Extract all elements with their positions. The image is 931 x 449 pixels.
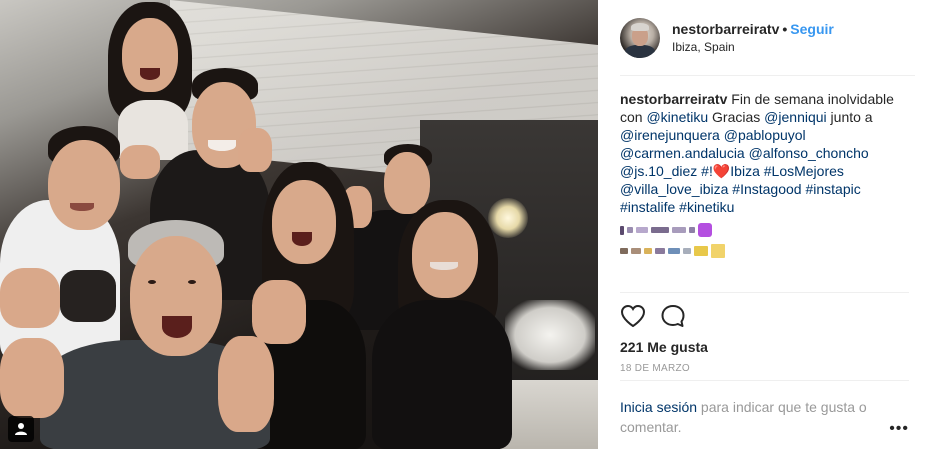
more-options-icon[interactable]: ••• bbox=[889, 419, 909, 439]
pixelated-emoji-row bbox=[620, 223, 909, 237]
avatar[interactable] bbox=[620, 17, 660, 58]
login-link[interactable]: Inicia sesión bbox=[620, 399, 697, 415]
pixelated-emoji-row bbox=[620, 244, 909, 258]
mention-link[interactable]: @villa_love_ibiza bbox=[620, 181, 728, 197]
heart-emoji-icon: ❤️ bbox=[712, 163, 731, 179]
post-actions: 221 Me gusta 18 DE MARZO bbox=[620, 292, 909, 374]
mention-link[interactable]: @irenejunquera bbox=[620, 127, 720, 143]
location-link[interactable]: Ibiza, Spain bbox=[672, 38, 834, 56]
post-sidebar: nestorbarreiratv • Seguir Ibiza, Spain nes… bbox=[598, 0, 931, 449]
post-photo[interactable] bbox=[0, 0, 598, 449]
instagram-post: nestorbarreiratv • Seguir Ibiza, Spain nes… bbox=[0, 0, 931, 449]
comment-bubble-icon[interactable] bbox=[660, 304, 686, 333]
photo-counter bbox=[500, 380, 598, 449]
heart-outline-icon[interactable] bbox=[620, 304, 646, 333]
user-line: nestorbarreiratv • Seguir bbox=[672, 20, 834, 38]
post-header: nestorbarreiratv • Seguir Ibiza, Spain bbox=[620, 0, 915, 76]
hashtag-link[interactable]: #kinetiku bbox=[679, 199, 734, 215]
mention-link[interactable]: @alfonso_choncho bbox=[749, 145, 869, 161]
hashtag-link[interactable]: #instalife bbox=[620, 199, 675, 215]
caption-text: junto a bbox=[826, 109, 873, 125]
mention-link[interactable]: @kinetiku bbox=[646, 109, 708, 125]
hashtag-link[interactable]: #Instagood bbox=[732, 181, 801, 197]
login-prompt: Inicia sesión para indicar que te gusta … bbox=[620, 380, 909, 437]
likes-count[interactable]: 221 Me gusta bbox=[620, 339, 909, 355]
follow-button[interactable]: Seguir bbox=[790, 21, 834, 37]
username-link[interactable]: nestorbarreiratv bbox=[672, 21, 779, 37]
action-icons bbox=[620, 303, 909, 333]
photo-lamp bbox=[488, 198, 528, 238]
mention-link[interactable]: @jenniqui bbox=[764, 109, 826, 125]
mention-link[interactable]: @carmen.andalucia bbox=[620, 145, 745, 161]
post-date: 18 DE MARZO bbox=[620, 363, 690, 374]
post-caption: nestorbarreiratv Fin de semana inolvidab… bbox=[620, 90, 912, 216]
separator-dot: • bbox=[782, 20, 788, 37]
caption-username[interactable]: nestorbarreiratv bbox=[620, 91, 727, 107]
mention-link[interactable]: @pablopuyol bbox=[724, 127, 806, 143]
header-text: nestorbarreiratv • Seguir Ibiza, Spain bbox=[672, 20, 834, 56]
person-tag-icon[interactable] bbox=[8, 416, 34, 442]
hashtag-link[interactable]: #! bbox=[701, 163, 713, 179]
hashtag-link[interactable]: #LosMejores bbox=[764, 163, 844, 179]
mention-link[interactable]: @js.10_diez bbox=[620, 163, 697, 179]
photo-window bbox=[505, 300, 595, 370]
caption-text: Gracias bbox=[708, 109, 765, 125]
hashtag-link[interactable]: Ibiza bbox=[730, 163, 760, 179]
hashtag-link[interactable]: #instapic bbox=[805, 181, 860, 197]
